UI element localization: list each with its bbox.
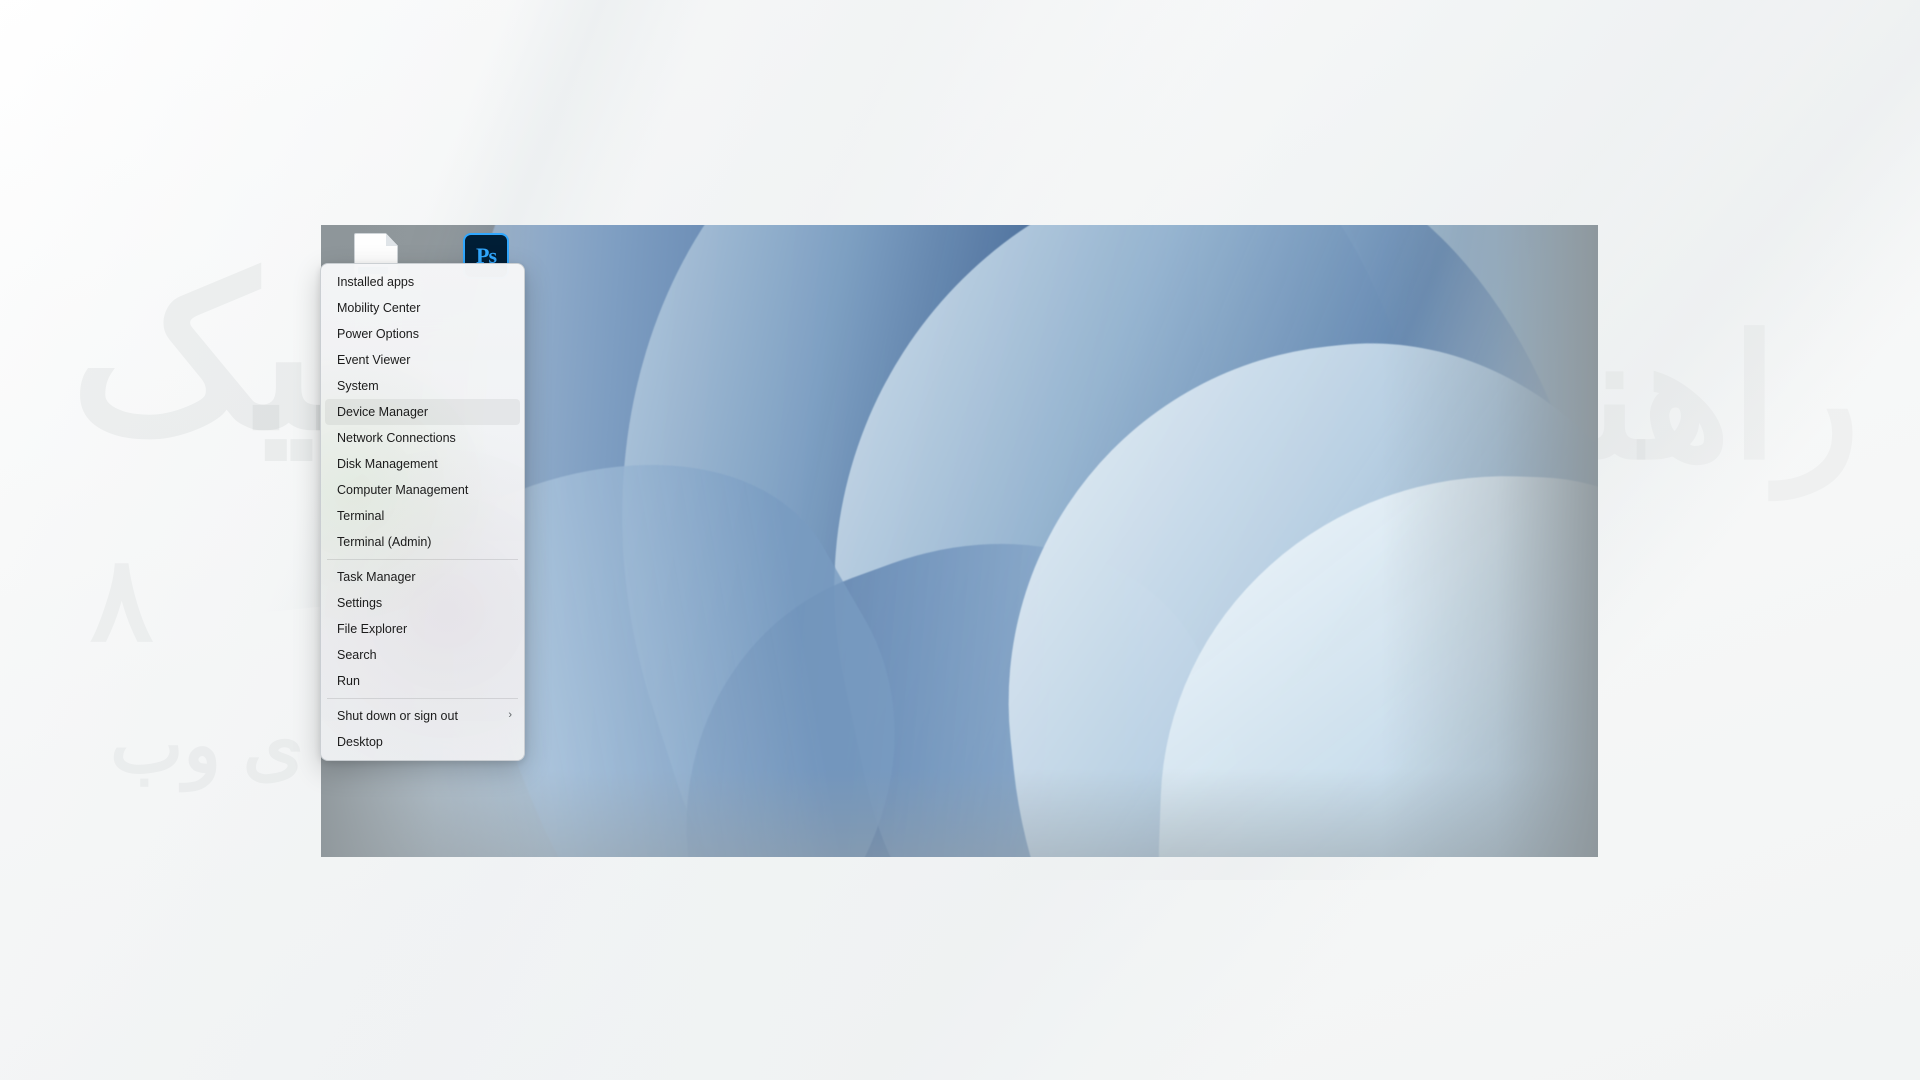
menu-item-computer-management[interactable]: Computer Management xyxy=(325,477,520,503)
menu-item-search[interactable]: Search xyxy=(325,642,520,668)
menu-item-shut-down-or-sign-out[interactable]: Shut down or sign out › xyxy=(325,703,520,729)
menu-item-label: Run xyxy=(337,673,360,688)
menu-item-label: Shut down or sign out xyxy=(337,708,458,723)
menu-item-desktop[interactable]: Desktop xyxy=(325,729,520,755)
menu-item-label: File Explorer xyxy=(337,621,408,636)
menu-item-label: Event Viewer xyxy=(337,352,411,367)
menu-item-installed-apps[interactable]: Installed apps xyxy=(325,269,520,295)
menu-item-terminal-admin[interactable]: Terminal (Admin) xyxy=(325,529,520,555)
menu-item-network-connections[interactable]: Network Connections xyxy=(325,425,520,451)
menu-separator xyxy=(327,559,518,560)
menu-item-system[interactable]: System xyxy=(325,373,520,399)
menu-separator xyxy=(327,698,518,699)
menu-item-power-options[interactable]: Power Options xyxy=(325,321,520,347)
menu-item-task-manager[interactable]: Task Manager xyxy=(325,564,520,590)
menu-item-disk-management[interactable]: Disk Management xyxy=(325,451,520,477)
menu-item-settings[interactable]: Settings xyxy=(325,590,520,616)
menu-item-label: Network Connections xyxy=(337,430,456,445)
menu-item-mobility-center[interactable]: Mobility Center xyxy=(325,295,520,321)
menu-item-label: Mobility Center xyxy=(337,300,421,315)
menu-item-label: Desktop xyxy=(337,734,383,749)
menu-item-label: Disk Management xyxy=(337,456,438,471)
chevron-right-icon: › xyxy=(508,708,512,721)
menu-item-label: Task Manager xyxy=(337,569,416,584)
menu-item-run[interactable]: Run xyxy=(325,668,520,694)
menu-item-label: Search xyxy=(337,647,377,662)
menu-item-label: Computer Management xyxy=(337,482,469,497)
menu-item-event-viewer[interactable]: Event Viewer xyxy=(325,347,520,373)
menu-item-label: Terminal (Admin) xyxy=(337,534,432,549)
menu-item-label: Terminal xyxy=(337,508,385,523)
power-user-context-menu[interactable]: Installed apps Mobility Center Power Optio… xyxy=(320,263,525,761)
menu-item-list: Installed apps Mobility Center Power Optio… xyxy=(325,269,520,755)
menu-item-device-manager[interactable]: Device Manager xyxy=(325,399,520,425)
menu-item-terminal[interactable]: Terminal xyxy=(325,503,520,529)
menu-item-label: Installed apps xyxy=(337,274,415,289)
menu-item-file-explorer[interactable]: File Explorer xyxy=(325,616,520,642)
menu-item-label: Settings xyxy=(337,595,383,610)
menu-item-label: System xyxy=(337,378,379,393)
menu-item-label: Device Manager xyxy=(337,404,429,419)
menu-item-label: Power Options xyxy=(337,326,419,341)
